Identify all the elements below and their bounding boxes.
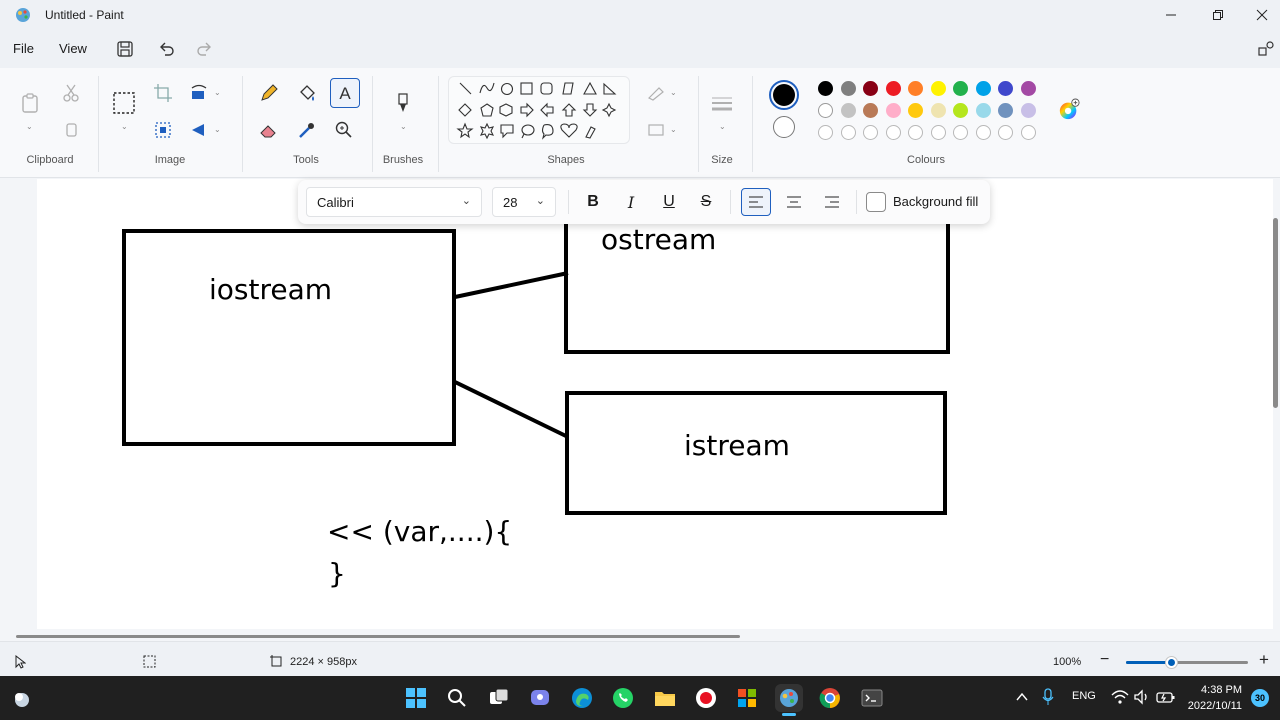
status-bar: 2224 × 958px 100% − +: [0, 641, 1280, 676]
teams-chat-icon[interactable]: [526, 684, 554, 712]
bold-button[interactable]: B: [578, 188, 608, 216]
terminal-icon[interactable]: [858, 684, 886, 712]
align-left-icon: [749, 196, 763, 208]
toolbar-separator: [730, 190, 731, 214]
strikethrough-button[interactable]: S: [691, 188, 721, 216]
background-fill-checkbox[interactable]: [866, 192, 886, 212]
code-text-line2: }: [328, 557, 346, 590]
font-family-dropdown[interactable]: Calibri ⌄: [306, 187, 482, 217]
system-clock[interactable]: 4:38 PM 2022/10/11: [1186, 682, 1242, 714]
active-app-indicator: [782, 713, 796, 716]
horizontal-scrollbar[interactable]: [16, 635, 740, 638]
italic-button[interactable]: I: [616, 188, 646, 216]
underline-button[interactable]: U: [654, 188, 684, 216]
font-size-value: 28: [503, 195, 518, 210]
font-size-dropdown[interactable]: 28 ⌄: [492, 187, 556, 217]
font-family-value: Calibri: [317, 195, 354, 210]
widgets-icon[interactable]: [8, 684, 36, 712]
clock-date: 2022/10/11: [1187, 700, 1242, 712]
align-right-icon: [825, 196, 839, 208]
code-text-line1: << (var,....){: [327, 515, 513, 548]
ostream-label: ostream: [601, 223, 717, 256]
align-right-button[interactable]: [817, 188, 847, 216]
connector-line-istream: [454, 380, 569, 439]
language-indicator[interactable]: ENG: [1072, 690, 1096, 702]
battery-icon[interactable]: [1156, 689, 1176, 710]
whatsapp-icon[interactable]: [609, 684, 637, 712]
zoom-out-button[interactable]: −: [1100, 651, 1109, 669]
clock-time: 4:38 PM: [1201, 684, 1242, 696]
istream-label: istream: [684, 429, 790, 462]
cursor-position-icon: [14, 654, 27, 674]
chrome-icon[interactable]: [816, 684, 844, 712]
edge-browser-icon[interactable]: [568, 684, 596, 712]
align-left-button[interactable]: [741, 188, 771, 216]
task-view-icon[interactable]: [485, 684, 513, 712]
iostream-label: iostream: [209, 273, 333, 306]
chevron-down-icon: ⌄: [535, 195, 545, 207]
background-fill-label: Background fill: [893, 194, 979, 209]
zoom-level[interactable]: 100%: [1053, 656, 1081, 668]
vertical-scrollbar[interactable]: [1273, 218, 1278, 408]
screen-recorder-icon[interactable]: [692, 684, 720, 712]
microphone-icon[interactable]: [1042, 688, 1054, 711]
zoom-in-button[interactable]: +: [1259, 650, 1269, 670]
wifi-icon[interactable]: [1111, 689, 1129, 710]
chevron-down-icon: ⌄: [461, 195, 471, 207]
toolbar-separator: [856, 190, 857, 214]
taskbar: ENG 4:38 PM 2022/10/11 30: [0, 676, 1280, 720]
align-center-icon: [787, 196, 801, 208]
microsoft-store-icon[interactable]: [733, 684, 761, 712]
zoom-slider-thumb[interactable]: [1166, 657, 1177, 668]
notification-badge[interactable]: 30: [1251, 689, 1269, 707]
tray-overflow-icon[interactable]: [1015, 690, 1029, 709]
text-formatting-toolbar: Calibri ⌄ 28 ⌄ B I U S Background fill: [298, 180, 990, 224]
canvas-dimensions: 2224 × 958px: [290, 656, 357, 668]
align-center-button[interactable]: [779, 188, 809, 216]
volume-icon[interactable]: [1133, 689, 1151, 710]
paint-taskbar-icon[interactable]: [775, 684, 803, 712]
connector-lines: [454, 271, 569, 439]
file-explorer-icon[interactable]: [651, 684, 679, 712]
selection-size-icon: [143, 655, 156, 673]
windows-start-icon[interactable]: [402, 684, 430, 712]
canvas-size-icon: [270, 655, 283, 673]
toolbar-separator: [568, 190, 569, 214]
connector-line-ostream: [454, 271, 569, 299]
search-icon[interactable]: [443, 684, 471, 712]
